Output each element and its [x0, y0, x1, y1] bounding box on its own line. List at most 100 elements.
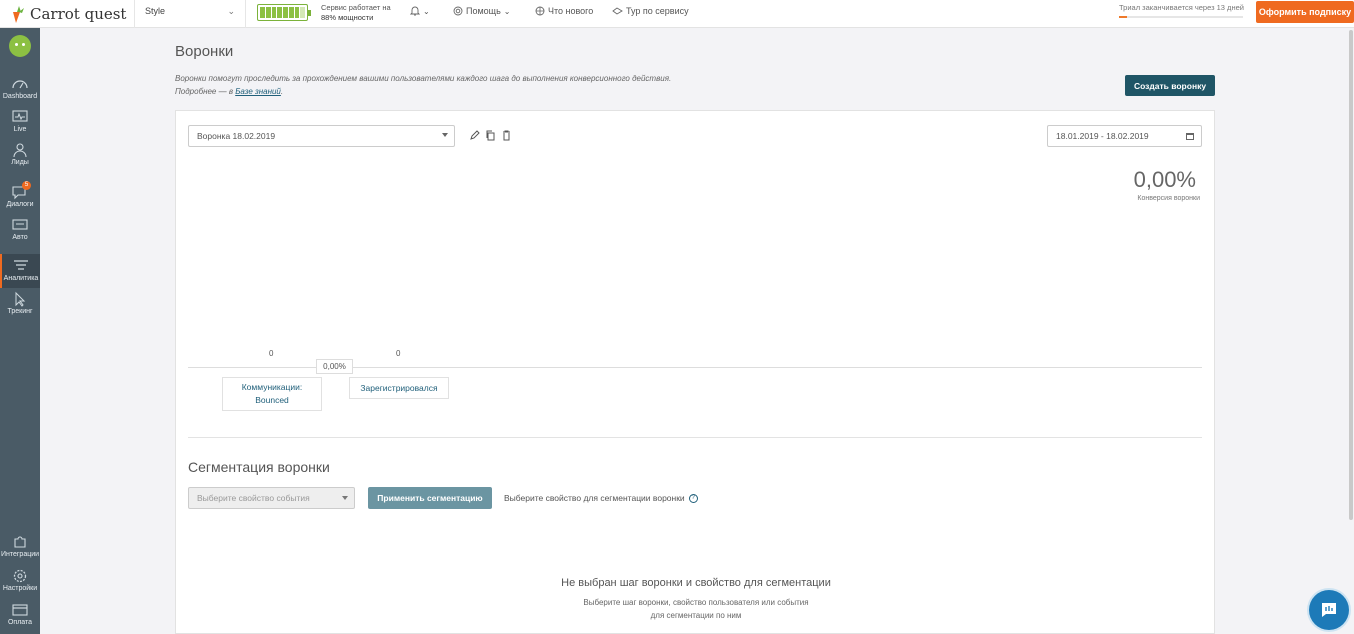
- sidebar-item-label: Диалоги: [6, 201, 34, 208]
- apply-segmentation-button[interactable]: Применить сегментацию: [368, 487, 492, 509]
- sidebar-item-label: Dashboard: [2, 93, 38, 100]
- avatar[interactable]: [9, 35, 31, 57]
- funnel-select[interactable]: Воронка 18.02.2019: [188, 125, 455, 147]
- trash-icon[interactable]: [501, 130, 512, 141]
- segmentation-hint: Выберите свойство для сегментации воронк…: [504, 493, 698, 503]
- sidebar-item-auto[interactable]: Авто: [0, 217, 40, 241]
- date-range-value: 18.01.2019 - 18.02.2019: [1056, 131, 1149, 141]
- divider: [188, 437, 1202, 438]
- tour-icon: [612, 7, 623, 15]
- funnel-step[interactable]: Зарегистрировался: [349, 377, 449, 399]
- copy-icon[interactable]: [485, 130, 496, 141]
- funnel-step[interactable]: Коммуникации: Bounced: [222, 377, 322, 411]
- event-property-placeholder: Выберите свойство события: [197, 493, 310, 503]
- scrollbar[interactable]: [1349, 30, 1353, 520]
- empty-state-line1: Выберите шаг воронки, свойство пользоват…: [583, 598, 809, 607]
- trial-progress: [1119, 16, 1243, 18]
- bell-icon: [410, 6, 420, 16]
- subscribe-button[interactable]: Оформить подписку: [1256, 1, 1354, 23]
- desc-prefix: Подробнее — в: [175, 87, 236, 96]
- help-label: Помощь: [466, 6, 501, 16]
- calendar-icon: [1186, 133, 1194, 140]
- analytics-icon: [14, 260, 28, 270]
- help-menu[interactable]: Помощь ⌄: [453, 6, 510, 16]
- caret-down-icon: [442, 133, 448, 137]
- date-range-picker[interactable]: 18.01.2019 - 18.02.2019: [1047, 125, 1202, 147]
- sidebar-item-integrations[interactable]: Интеграции: [0, 534, 40, 558]
- event-property-select[interactable]: Выберите свойство события: [188, 487, 355, 509]
- sidebar-item-live[interactable]: Live: [0, 109, 40, 133]
- top-bar: Carrot quest Style ⌄ Сервис работает на …: [0, 0, 1354, 28]
- funnel-conversion-value: 0,00%: [1133, 167, 1196, 192]
- tour-label: Тур по сервису: [626, 6, 689, 16]
- project-select[interactable]: Style ⌄: [145, 6, 237, 16]
- sidebar-item-dialogs[interactable]: 5 Диалоги: [0, 181, 40, 208]
- live-icon: [12, 110, 28, 122]
- funnel-conversion-label: Конверсия воронки: [1137, 195, 1200, 202]
- lifebuoy-icon: [453, 6, 463, 16]
- step-count: 0: [396, 349, 401, 358]
- payment-icon: [12, 604, 28, 616]
- desc-suffix: .: [280, 87, 284, 96]
- leads-icon: [13, 143, 27, 158]
- puzzle-icon: [14, 536, 26, 548]
- capacity-battery-icon: [257, 4, 311, 21]
- segmentation-title: Сегментация воронки: [188, 459, 330, 475]
- whats-new-link[interactable]: Что нового: [535, 6, 593, 16]
- pencil-icon[interactable]: [469, 130, 480, 141]
- divider: [134, 0, 135, 28]
- tour-link[interactable]: Тур по сервису: [612, 6, 689, 16]
- dialogs-badge: 5: [22, 181, 31, 190]
- create-funnel-button[interactable]: Создать воронку: [1125, 75, 1215, 96]
- carrot-logo-icon: [13, 6, 24, 23]
- page-description-line1: Воронки помогут проследить за прохождени…: [175, 74, 672, 83]
- divider: [245, 0, 246, 28]
- sidebar: Dashboard Live Лиды 5 Диалоги Авто Анали…: [0, 28, 40, 634]
- empty-state-line2: для сегментации по ним: [650, 611, 742, 620]
- sidebar-item-label: Live: [13, 126, 27, 133]
- empty-state-subtitle: Выберите шаг воронки, свойство пользоват…: [176, 596, 1216, 622]
- page-description-line2: Подробнее — в Базе знаний.: [175, 85, 671, 98]
- knowledge-base-link[interactable]: Базе знаний: [235, 87, 281, 96]
- sidebar-item-label: Трекинг: [7, 308, 33, 315]
- empty-state-title: Не выбран шаг воронки и свойство для сег…: [561, 577, 831, 589]
- sidebar-item-analytics[interactable]: Аналитика: [0, 254, 40, 288]
- chevron-down-icon: ⌄: [423, 6, 430, 16]
- logo[interactable]: Carrot quest: [8, 4, 126, 24]
- service-status: Сервис работает на 88% мощности: [321, 3, 391, 23]
- page-title: Воронки: [175, 43, 234, 60]
- sidebar-item-label: Лиды: [11, 159, 29, 166]
- funnel-card: Воронка 18.02.2019 18.01.2019 - 18.02.20…: [175, 110, 1215, 634]
- service-status-line1: Сервис работает на: [321, 3, 391, 12]
- tracking-icon: [15, 291, 26, 307]
- logo-text: Carrot quest: [30, 5, 127, 23]
- service-status-line2: 88% мощности: [321, 13, 374, 22]
- sidebar-item-label: Интеграции: [0, 551, 40, 558]
- sidebar-item-tracking[interactable]: Трекинг: [0, 291, 40, 315]
- sidebar-item-label: Аналитика: [3, 275, 39, 282]
- chat-icon: [1322, 603, 1336, 617]
- trial-text: Триал заканчивается через 13 дней: [1119, 3, 1244, 12]
- step-conversion-badge: 0,00%: [316, 359, 353, 374]
- chevron-down-icon: ⌄: [503, 6, 511, 16]
- chat-widget-button[interactable]: [1309, 590, 1349, 630]
- globe-icon: [535, 6, 545, 16]
- sidebar-item-label: Оплата: [7, 619, 33, 626]
- sidebar-item-leads[interactable]: Лиды: [0, 142, 40, 166]
- step-count: 0: [269, 349, 274, 358]
- dashboard-icon: [12, 80, 28, 89]
- question-icon[interactable]: ?: [688, 493, 698, 503]
- sidebar-item-label: Авто: [12, 234, 28, 241]
- sidebar-item-payment[interactable]: Оплата: [0, 602, 40, 626]
- segmentation-hint-text: Выберите свойство для сегментации воронк…: [504, 493, 685, 503]
- sidebar-item-settings[interactable]: Настройки: [0, 568, 40, 592]
- sidebar-item-label: Настройки: [2, 585, 38, 592]
- notifications-button[interactable]: ⌄: [410, 6, 430, 16]
- caret-down-icon: [342, 496, 348, 500]
- project-name: Style: [145, 6, 166, 16]
- sidebar-item-dashboard[interactable]: Dashboard: [0, 76, 40, 100]
- gear-icon: [13, 569, 27, 583]
- chevron-down-icon: ⌄: [227, 6, 235, 16]
- whats-new-label: Что нового: [548, 6, 594, 16]
- funnel-select-value: Воронка 18.02.2019: [197, 131, 276, 141]
